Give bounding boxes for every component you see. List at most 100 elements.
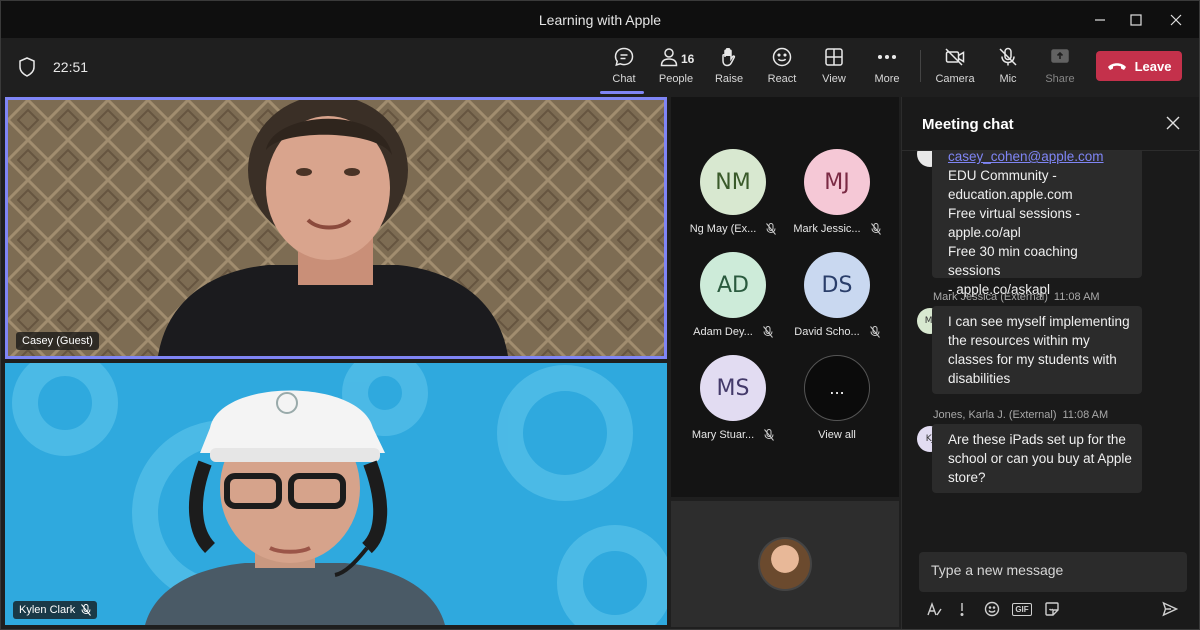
message-meta: Jones, Karla J. (External) 11:08 AM <box>933 409 1108 421</box>
mic-off-icon <box>764 429 775 441</box>
share-screen-icon <box>1051 49 1069 63</box>
participant-name: Kylen Clark <box>19 604 76 616</box>
gif-button[interactable]: GIF <box>1011 598 1033 620</box>
emoji-button[interactable] <box>981 598 1003 620</box>
more-label: More <box>874 73 900 85</box>
participant-tile[interactable]: MS Mary Stuar... <box>681 355 785 455</box>
message-time: 11:08 AM <box>1062 409 1109 421</box>
priority-button[interactable] <box>951 598 973 620</box>
smiley-icon <box>772 47 792 67</box>
avatar: MS <box>700 355 766 421</box>
camera-button[interactable]: Camera <box>929 46 981 92</box>
share-button[interactable]: Share <box>1034 46 1086 92</box>
share-label: Share <box>1045 73 1075 85</box>
meeting-timer: 22:51 <box>53 59 89 75</box>
self-avatar <box>758 537 812 591</box>
mic-button[interactable]: Mic <box>982 46 1034 92</box>
more-button[interactable]: More <box>861 46 913 92</box>
video-tile-casey[interactable]: Casey (Guest) <box>5 97 667 359</box>
participant-name-row: Mark Jessic... <box>793 223 881 235</box>
camera-label: Camera <box>935 73 975 85</box>
message-text: I can see myself implementing the resour… <box>948 314 1130 386</box>
mic-label: Mic <box>999 73 1017 85</box>
raise-label: Raise <box>714 73 744 85</box>
chat-message: I can see myself implementing the resour… <box>932 306 1142 394</box>
message-text: Are these iPads set up for the school or… <box>948 432 1132 485</box>
mic-off-icon <box>870 223 881 235</box>
video-tile-kylen[interactable]: Kylen Clark <box>5 363 667 625</box>
more-dots-icon <box>877 54 897 60</box>
message-time: 11:08 AM <box>1053 291 1100 303</box>
format-pen-icon <box>927 601 942 616</box>
camera-off-icon <box>945 48 965 66</box>
chat-message: Are these iPads set up for the school or… <box>932 424 1142 493</box>
compose-box[interactable] <box>919 552 1187 592</box>
chat-button[interactable]: Chat <box>598 46 650 94</box>
close-icon <box>1170 14 1182 25</box>
view-all-label: View all <box>818 429 856 441</box>
participant-name-row: Mary Stuar... <box>692 429 775 441</box>
kylen-video-feed <box>5 363 667 625</box>
compose-toolbar: GIF <box>919 598 1187 620</box>
message-input[interactable] <box>919 552 1187 588</box>
message-author: Jones, Karla J. (External) <box>933 409 1057 421</box>
chat-header: Meeting chat <box>902 97 1200 151</box>
participant-tile[interactable]: NM Ng May (Ex... <box>681 149 785 249</box>
avatar: AD <box>700 252 766 318</box>
video-stage: Casey (Guest) Kylen Clark NM Ng May (Ex.… <box>5 97 899 627</box>
email-link[interactable]: casey_cohen@apple.com <box>948 151 1134 166</box>
participant-name: Casey (Guest) <box>22 335 93 347</box>
hang-up-icon <box>1107 63 1126 70</box>
window-title: Learning with Apple <box>538 11 662 28</box>
teams-meeting-window: Learning with Apple 22:51 Chat 16 People… <box>0 0 1200 630</box>
sticker-button[interactable] <box>1041 598 1063 620</box>
leave-label: Leave <box>1134 58 1172 74</box>
view-label: View <box>822 73 846 85</box>
more-participants-icon: ... <box>804 355 870 421</box>
send-button[interactable] <box>1159 598 1181 620</box>
close-icon[interactable] <box>1166 116 1180 130</box>
participant-tile[interactable]: AD Adam Dey... <box>681 252 785 352</box>
people-count: 16 <box>681 52 695 66</box>
chat-label: Chat <box>612 73 636 85</box>
raise-hand-button[interactable]: Raise <box>703 46 755 92</box>
participant-tile[interactable]: DS David Scho... <box>785 252 889 352</box>
people-button[interactable]: 16 People <box>650 46 702 92</box>
participant-name-tag: Kylen Clark <box>13 601 98 619</box>
close-window-button[interactable] <box>1153 1 1199 38</box>
people-icon <box>660 48 678 67</box>
title-bar: Learning with Apple <box>1 1 1199 38</box>
participant-name-row: David Scho... <box>794 326 880 338</box>
participant-tile[interactable]: MJ Mark Jessic... <box>785 149 889 249</box>
chat-title: Meeting chat <box>922 116 1014 133</box>
grid-view-icon <box>825 48 843 66</box>
gif-icon: GIF <box>1012 602 1032 616</box>
participant-grid: NM Ng May (Ex... MJ Mark Jessic... AD Ad… <box>671 97 899 497</box>
casey-video-feed <box>8 100 664 356</box>
participant-name-tag: Casey (Guest) <box>16 332 99 350</box>
shield-icon[interactable] <box>18 57 36 77</box>
mic-off-icon <box>869 326 880 338</box>
avatar: NM <box>700 149 766 215</box>
participant-name-row: Adam Dey... <box>693 326 773 338</box>
mic-off-icon <box>766 223 777 235</box>
emoji-icon <box>984 601 1000 617</box>
react-button[interactable]: React <box>756 46 808 92</box>
mic-off-icon <box>999 47 1017 66</box>
exclamation-icon <box>960 603 964 616</box>
react-label: React <box>767 73 797 85</box>
minimize-icon <box>1095 18 1105 21</box>
leave-button[interactable]: Leave <box>1096 51 1182 81</box>
chat-icon <box>614 47 634 67</box>
message-author: Mark Jessica (External) <box>933 291 1048 303</box>
participant-name-row: Ng May (Ex... <box>690 223 777 235</box>
format-button[interactable] <box>923 598 945 620</box>
maximize-icon <box>1130 13 1142 26</box>
view-button[interactable]: View <box>808 46 860 92</box>
view-all-tile[interactable]: ... View all <box>785 355 889 455</box>
meeting-toolbar: 22:51 Chat 16 People Raise React View Mo… <box>1 38 1199 96</box>
chat-messages: casey_cohen@apple.com EDU Community - ed… <box>902 151 1200 546</box>
self-view <box>671 501 899 627</box>
sticker-icon <box>1045 602 1059 616</box>
toolbar-divider <box>920 50 921 82</box>
